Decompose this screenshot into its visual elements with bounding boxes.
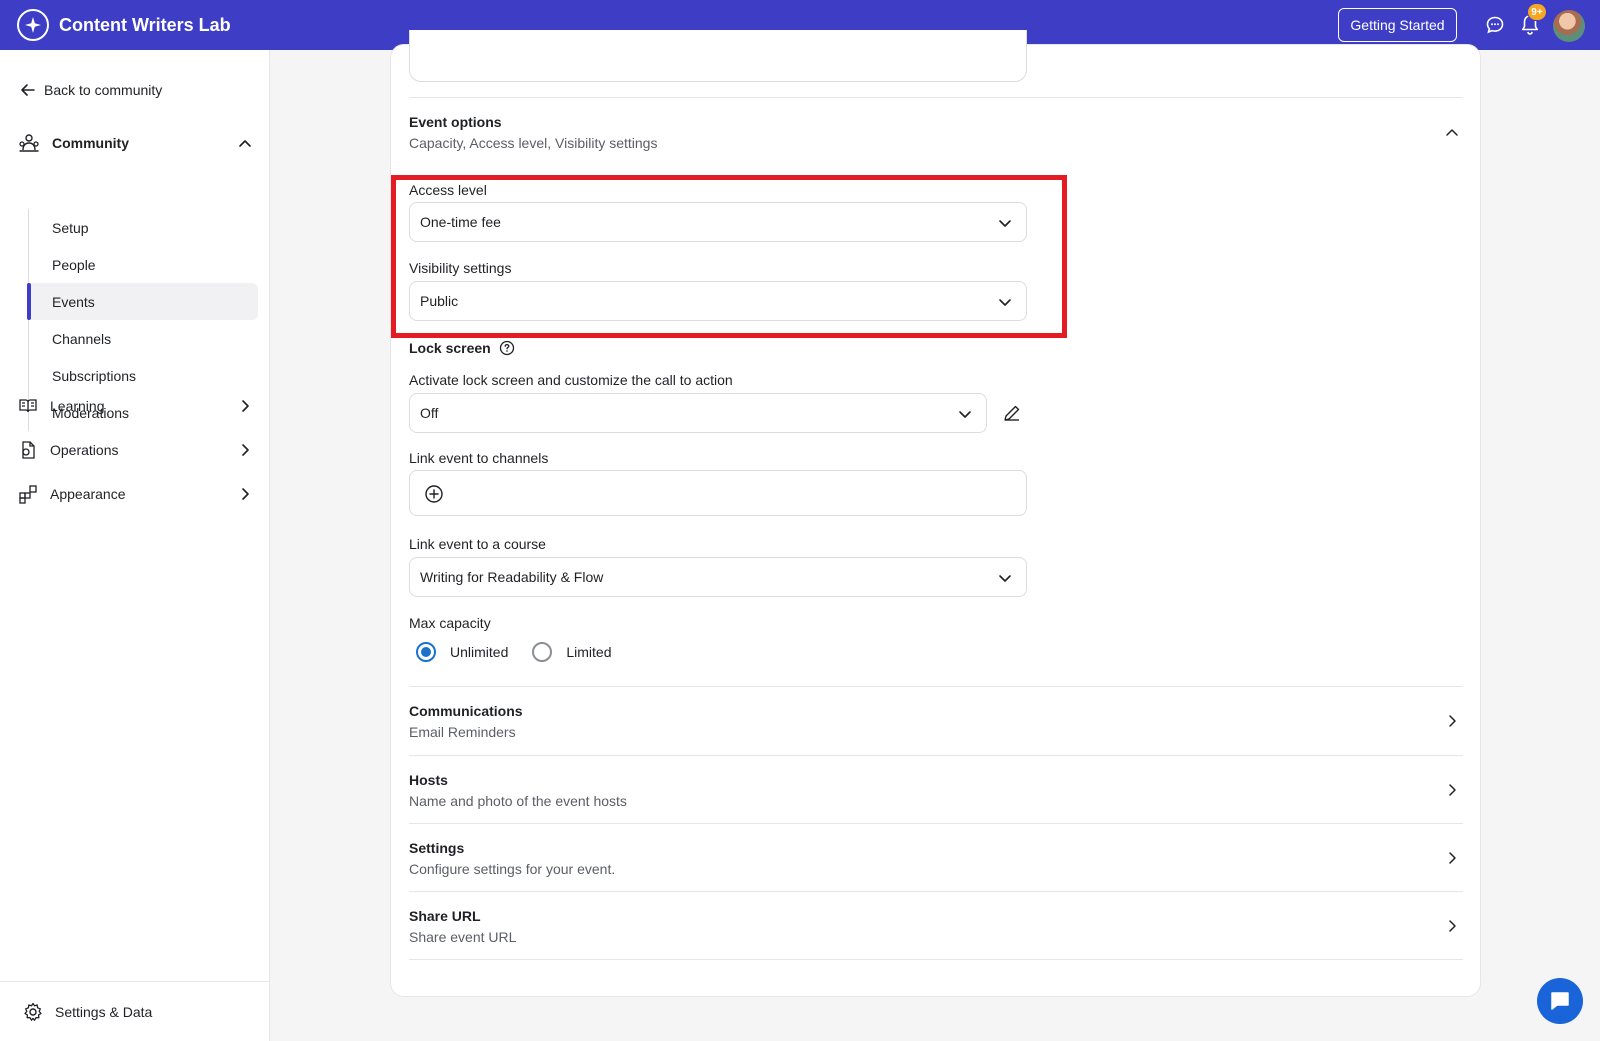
chevron-right-icon[interactable] [1444, 713, 1460, 734]
chat-bubble-icon[interactable] [1485, 15, 1505, 35]
appearance-icon [19, 485, 37, 504]
limited-label: Limited [566, 644, 612, 660]
event-options-subtitle: Capacity, Access level, Visibility setti… [409, 135, 658, 151]
share-url-title[interactable]: Share URL [409, 908, 481, 924]
operations-icon [22, 441, 35, 459]
book-icon [19, 399, 37, 413]
event-options-title: Event options [409, 114, 502, 130]
lock-screen-select[interactable]: Off [409, 393, 987, 433]
communications-subtitle: Email Reminders [409, 724, 516, 740]
link-channels-label: Link event to channels [409, 450, 549, 466]
share-url-subtitle: Share event URL [409, 929, 517, 945]
divider [409, 686, 1463, 687]
plus-circle-icon[interactable] [424, 484, 444, 504]
community-label: Community [52, 135, 129, 151]
lock-screen-title: Lock screen [409, 340, 491, 356]
sidebar-item-people[interactable]: People [29, 246, 258, 283]
chevron-right-icon [242, 400, 249, 412]
sidebar-group-learning[interactable]: Learning [18, 391, 253, 421]
sparkle-logo-icon [17, 9, 49, 41]
sidebar-group-community[interactable]: Community [18, 128, 253, 158]
chat-support-button[interactable] [1537, 978, 1583, 1024]
link-course-value: Writing for Readability & Flow [420, 569, 604, 585]
getting-started-button[interactable]: Getting Started [1338, 8, 1457, 42]
unlimited-radio[interactable] [416, 642, 436, 662]
description-editor[interactable] [409, 30, 1027, 82]
operations-label: Operations [50, 442, 119, 458]
max-capacity-radio-group: Unlimited Limited [416, 642, 636, 662]
chat-icon [1551, 992, 1569, 1010]
gear-icon [24, 1002, 42, 1021]
divider [409, 891, 1463, 892]
sidebar: Back to community Community Setup People… [0, 50, 270, 1041]
settings-and-data-link[interactable]: Settings & Data [0, 981, 269, 1041]
settings-subtitle: Configure settings for your event. [409, 861, 616, 877]
learning-label: Learning [50, 398, 105, 414]
chevron-right-icon[interactable] [1444, 918, 1460, 939]
community-icon [19, 134, 39, 152]
lock-screen-value: Off [420, 405, 439, 421]
lock-screen-title-row: Lock screen [409, 340, 515, 356]
chevron-right-icon[interactable] [1444, 782, 1460, 803]
lock-screen-label: Activate lock screen and customize the c… [409, 372, 733, 388]
sidebar-item-subscriptions[interactable]: Subscriptions [29, 357, 258, 394]
link-channels-field[interactable] [409, 470, 1027, 516]
divider [409, 823, 1463, 824]
chevron-right-icon [242, 444, 249, 456]
sidebar-group-appearance[interactable]: Appearance [18, 479, 253, 509]
chevron-down-icon [959, 411, 971, 418]
divider [409, 959, 1463, 960]
hosts-title[interactable]: Hosts [409, 772, 448, 788]
divider [409, 755, 1463, 756]
arrow-left-icon [21, 84, 35, 96]
link-course-select[interactable]: Writing for Readability & Flow [409, 557, 1027, 597]
hosts-subtitle: Name and photo of the event hosts [409, 793, 627, 809]
highlight-box [391, 175, 1067, 338]
chevron-right-icon [242, 488, 249, 500]
divider [409, 97, 1463, 98]
chevron-up-icon[interactable] [1444, 124, 1460, 145]
max-capacity-label: Max capacity [409, 615, 491, 631]
chevron-right-icon[interactable] [1444, 850, 1460, 871]
back-label: Back to community [44, 82, 163, 98]
notification-badge: 9+ [1527, 3, 1547, 21]
communications-title[interactable]: Communications [409, 703, 523, 719]
settings-and-data-label: Settings & Data [55, 1003, 153, 1020]
app-title: Content Writers Lab [59, 14, 231, 35]
sidebar-item-channels[interactable]: Channels [29, 320, 258, 357]
brand[interactable]: Content Writers Lab [17, 9, 231, 41]
limited-radio[interactable] [532, 642, 553, 662]
sidebar-item-events[interactable]: Events [27, 283, 258, 320]
link-course-label: Link event to a course [409, 536, 546, 552]
back-to-community-link[interactable]: Back to community [20, 82, 162, 98]
sidebar-group-operations[interactable]: Operations [18, 435, 253, 465]
appearance-label: Appearance [50, 486, 126, 502]
chevron-up-icon[interactable] [237, 135, 253, 151]
unlimited-label: Unlimited [450, 644, 509, 660]
user-avatar[interactable] [1553, 10, 1585, 42]
sidebar-item-setup[interactable]: Setup [29, 209, 258, 246]
chevron-down-icon [999, 575, 1011, 582]
pencil-icon[interactable] [1002, 403, 1022, 428]
settings-title[interactable]: Settings [409, 840, 464, 856]
help-circle-icon[interactable] [499, 340, 515, 356]
